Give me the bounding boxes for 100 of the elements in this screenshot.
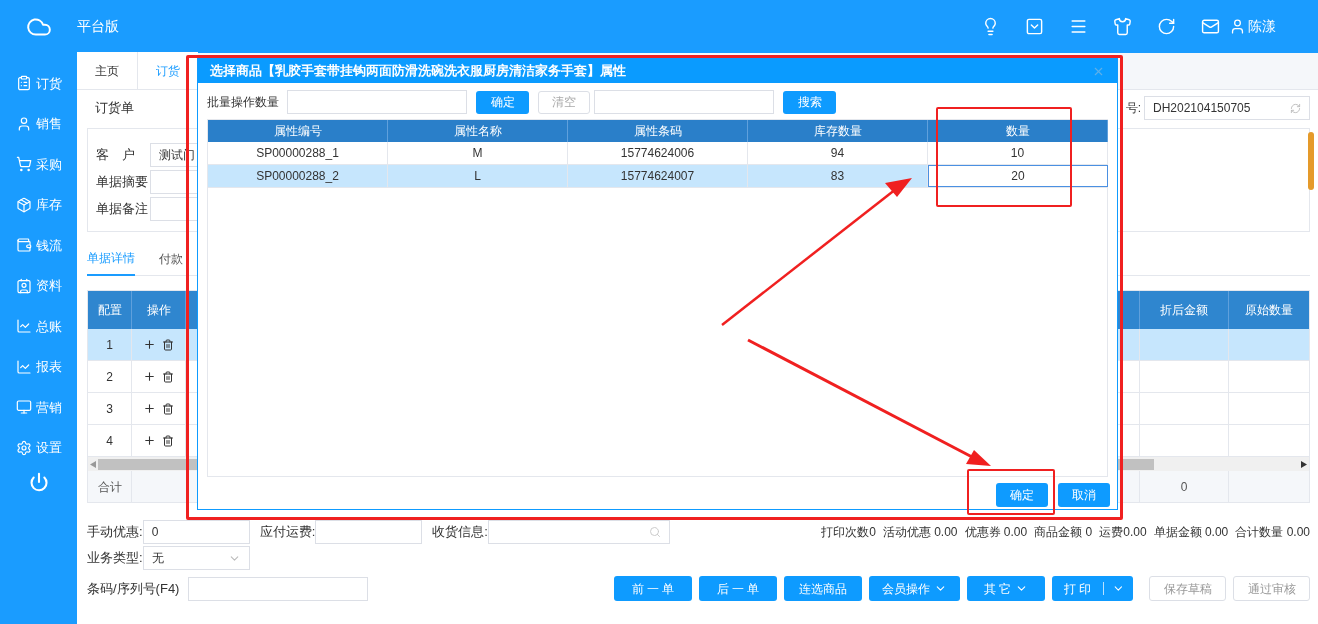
summary-text: 打印次数0 — [821, 524, 876, 541]
summary-text: 运费0.00 — [1099, 524, 1147, 541]
action-button[interactable]: 后 一 单 — [699, 576, 777, 601]
trash-icon[interactable] — [162, 338, 174, 351]
field-label: 单据备注 — [96, 200, 148, 219]
summary-text: 合计数量 0.00 — [1235, 524, 1310, 541]
shirt-icon[interactable] — [1113, 17, 1132, 36]
sidebar-item[interactable]: 销售 — [15, 103, 62, 144]
sidebar-item[interactable]: 资料 — [15, 265, 62, 306]
table-row[interactable]: SP00000288_2 L 15774624007 83 20 — [208, 165, 1107, 188]
input-field[interactable] — [188, 576, 368, 601]
page-tab[interactable]: 主页 — [77, 52, 138, 89]
table-cell: M — [388, 142, 568, 164]
sidebar-item[interactable]: 营销 — [15, 387, 62, 428]
sidebar-item[interactable]: 钱流 — [15, 225, 62, 266]
line-chart-icon — [15, 358, 32, 375]
refresh-icon[interactable] — [1290, 102, 1301, 114]
box-icon — [15, 196, 32, 213]
trash-icon[interactable] — [162, 402, 174, 415]
dropdown-square-icon[interactable] — [1025, 17, 1044, 36]
scroll-left-icon[interactable] — [90, 460, 96, 468]
settings-icon — [15, 439, 32, 456]
app-title: 平台版 — [77, 17, 119, 36]
input-field[interactable] — [487, 520, 670, 544]
clipboard-icon — [15, 75, 32, 92]
dialog-button[interactable]: 确定 — [996, 483, 1048, 507]
row-number: 1 — [88, 329, 132, 360]
doc-number-field[interactable]: DH202104150705 — [1144, 96, 1310, 120]
search-button[interactable]: 搜索 — [783, 90, 836, 114]
field-label: 单据摘要 — [96, 173, 148, 192]
contact-card-icon — [15, 277, 32, 294]
user-menu[interactable]: 陈漾 — [1229, 16, 1276, 37]
page-heading: 订货单 — [94, 99, 134, 118]
field-label: 手动优惠: — [87, 523, 143, 542]
field-label: 客 户 — [96, 146, 136, 165]
quantity-input[interactable]: 20 — [928, 165, 1108, 187]
sidebar-item[interactable]: 总账 — [15, 306, 62, 347]
table-cell: SP00000288_1 — [208, 142, 388, 164]
field-label: 收货信息: — [432, 523, 488, 542]
detail-tab[interactable]: 单据详情 — [87, 241, 135, 276]
dropdown-button[interactable]: 会员操作 — [869, 576, 960, 601]
total-value: 0 — [1139, 471, 1228, 502]
row-number: 2 — [88, 361, 132, 392]
mail-icon[interactable] — [1201, 17, 1220, 36]
table-cell: 10 — [928, 142, 1108, 164]
menu-icon[interactable] — [1069, 17, 1088, 36]
sidebar-item[interactable]: 采购 — [15, 144, 62, 185]
confirm-button[interactable]: 确定 — [476, 90, 529, 114]
table-cell: 15774624006 — [568, 142, 748, 164]
sidebar-item[interactable]: 订货 — [15, 63, 62, 104]
add-icon[interactable] — [143, 434, 156, 447]
summary-text: 商品金额 0 — [1034, 524, 1093, 541]
refresh-icon[interactable] — [1157, 17, 1176, 36]
cart-icon — [15, 156, 32, 173]
page-tab[interactable]: 订货 — [138, 52, 198, 89]
scrollbar-thumb[interactable] — [1308, 132, 1314, 190]
table-cell: 15774624007 — [568, 165, 748, 187]
field-label: 条码/序列号(F4) — [87, 579, 181, 598]
input-field[interactable] — [287, 90, 467, 114]
table-cell: L — [388, 165, 568, 187]
action-button[interactable]: 保存草稿 — [1149, 576, 1226, 601]
detail-tab[interactable]: 付款 — [159, 241, 183, 276]
row-number: 3 — [88, 393, 132, 424]
add-icon[interactable] — [143, 402, 156, 415]
total-label: 合计 — [88, 471, 132, 502]
add-icon[interactable] — [143, 370, 156, 383]
row-number: 4 — [88, 425, 132, 456]
table-cell: SP00000288_2 — [208, 165, 388, 187]
summary-text: 活动优惠 0.00 — [882, 524, 958, 541]
action-button[interactable]: 通过审核 — [1233, 576, 1310, 601]
action-button[interactable]: 前 一 单 — [614, 576, 692, 601]
trash-icon[interactable] — [162, 370, 174, 383]
wallet-icon — [15, 237, 32, 254]
sidebar-item[interactable]: 设置 — [15, 427, 62, 468]
input-field[interactable]: 0 — [142, 520, 250, 544]
input-field[interactable] — [315, 520, 423, 544]
business-type-select[interactable]: 无 — [142, 546, 250, 570]
sidebar-item[interactable]: 库存 — [15, 184, 62, 225]
dialog-title: 选择商品【乳胶手套带挂钩两面防滑洗碗洗衣服厨房清洁家务手套】属性 — [210, 62, 627, 81]
dialog-button[interactable]: 取消 — [1058, 483, 1110, 507]
field-label: 应付运费: — [259, 523, 316, 542]
user-icon — [1229, 18, 1246, 35]
search-icon[interactable] — [648, 526, 661, 538]
trash-icon[interactable] — [162, 434, 174, 447]
split-button[interactable]: 打 印 — [1052, 576, 1133, 601]
monitor-icon — [15, 399, 32, 416]
input-field[interactable] — [594, 90, 774, 114]
field-label: 业务类型: — [87, 549, 143, 568]
line-chart-icon — [15, 318, 32, 335]
summary-text: 优惠券 0.00 — [964, 524, 1028, 541]
scroll-right-icon[interactable] — [1301, 460, 1307, 468]
add-icon[interactable] — [143, 338, 156, 351]
summary-text: 单据金额 0.00 — [1153, 524, 1229, 541]
power-icon[interactable] — [28, 472, 49, 492]
action-button[interactable]: 连选商品 — [784, 576, 862, 601]
field-label: 批量操作数量 — [207, 94, 279, 111]
table-cell: 94 — [748, 142, 928, 164]
table-row[interactable]: SP00000288_1 M 15774624006 94 10 — [208, 142, 1107, 165]
dropdown-button[interactable]: 其 它 — [967, 576, 1045, 601]
sidebar-item[interactable]: 报表 — [15, 346, 62, 387]
